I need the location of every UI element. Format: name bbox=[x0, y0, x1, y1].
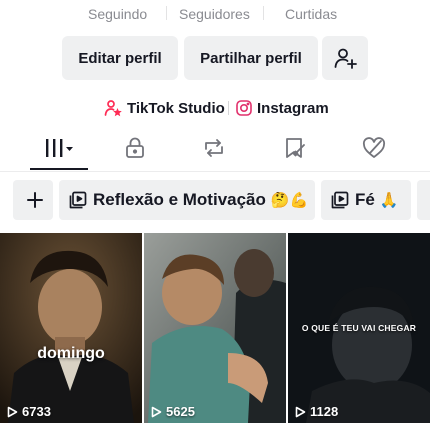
tiktok-studio-label: TikTok Studio bbox=[127, 99, 225, 117]
video-thumbnail-image bbox=[144, 233, 286, 423]
instagram-icon bbox=[236, 100, 252, 116]
playlist-icon bbox=[331, 191, 349, 209]
lock-icon bbox=[126, 137, 144, 158]
liked-heart-icon bbox=[362, 137, 386, 158]
stat-divider bbox=[166, 6, 167, 20]
profile-links: TikTok Studio Instagram bbox=[0, 96, 430, 120]
video-caption: domingo bbox=[37, 345, 105, 362]
playlist-icon bbox=[69, 191, 87, 209]
playlist-chip-partial[interactable] bbox=[417, 180, 430, 220]
video-thumbnail[interactable]: 5625 bbox=[144, 233, 286, 423]
add-user-icon bbox=[334, 48, 357, 69]
share-profile-label: Partilhar perfil bbox=[200, 49, 302, 67]
playlist-chip[interactable]: Fé 🙏 bbox=[321, 180, 411, 220]
playlist-bar: Reflexão e Motivação 🤔💪 Fé 🙏 bbox=[0, 180, 430, 222]
view-count: 1128 bbox=[310, 404, 339, 419]
tab-favorites[interactable] bbox=[264, 128, 324, 168]
repost-icon bbox=[205, 139, 223, 157]
play-icon bbox=[295, 406, 306, 417]
play-icon bbox=[7, 406, 18, 417]
profile-stats: Seguindo Seguidores Curtidas bbox=[0, 0, 430, 30]
playlist-chip[interactable]: Reflexão e Motivação 🤔💪 bbox=[59, 180, 315, 220]
tiktok-studio-icon bbox=[104, 100, 122, 117]
active-tab-indicator bbox=[30, 168, 88, 170]
tab-reposts[interactable] bbox=[184, 128, 244, 168]
followers-label[interactable]: Seguidores bbox=[179, 6, 250, 22]
likes-label[interactable]: Curtidas bbox=[285, 6, 337, 22]
video-views: 5625 bbox=[151, 404, 195, 419]
playlist-emoji: 🤔💪 bbox=[270, 192, 309, 209]
instagram-link[interactable]: Instagram bbox=[236, 96, 329, 120]
tabs-divider bbox=[0, 171, 430, 172]
edit-profile-label: Editar perfil bbox=[78, 49, 162, 67]
video-views: 1128 bbox=[295, 404, 338, 419]
view-count: 5625 bbox=[166, 404, 195, 419]
following-label[interactable]: Seguindo bbox=[88, 6, 147, 22]
link-divider bbox=[228, 101, 229, 115]
add-playlist-button[interactable] bbox=[13, 180, 53, 220]
edit-profile-button[interactable]: Editar perfil bbox=[62, 36, 178, 80]
instagram-label: Instagram bbox=[257, 99, 329, 117]
tab-private[interactable] bbox=[105, 128, 165, 168]
add-friends-button[interactable] bbox=[322, 36, 368, 80]
tiktok-studio-link[interactable]: TikTok Studio bbox=[104, 96, 225, 120]
video-thumbnail[interactable]: domingo 6733 bbox=[0, 233, 142, 423]
video-caption: O QUE É TEU VAI CHEGAR bbox=[301, 323, 417, 333]
tab-videos[interactable] bbox=[30, 128, 90, 168]
playlist-title: Reflexão e Motivação bbox=[93, 190, 266, 209]
share-profile-button[interactable]: Partilhar perfil bbox=[184, 36, 318, 80]
favorites-icon bbox=[286, 138, 305, 158]
video-grid: domingo 6733 5625 O QUE É TEU VAI CHEGAR… bbox=[0, 233, 430, 430]
tab-liked[interactable] bbox=[344, 128, 404, 168]
video-views: 6733 bbox=[7, 404, 51, 419]
plus-icon bbox=[27, 192, 43, 208]
video-thumbnail-image bbox=[0, 233, 142, 423]
playlist-emoji: 🙏 bbox=[379, 192, 399, 209]
playlist-title: Fé bbox=[355, 190, 375, 209]
stat-divider bbox=[263, 6, 264, 20]
play-icon bbox=[151, 406, 162, 417]
view-count: 6733 bbox=[22, 404, 51, 419]
video-thumbnail[interactable]: O QUE É TEU VAI CHEGAR 1128 bbox=[288, 233, 430, 423]
videos-grid-icon bbox=[46, 139, 73, 157]
profile-tabs bbox=[0, 128, 430, 172]
